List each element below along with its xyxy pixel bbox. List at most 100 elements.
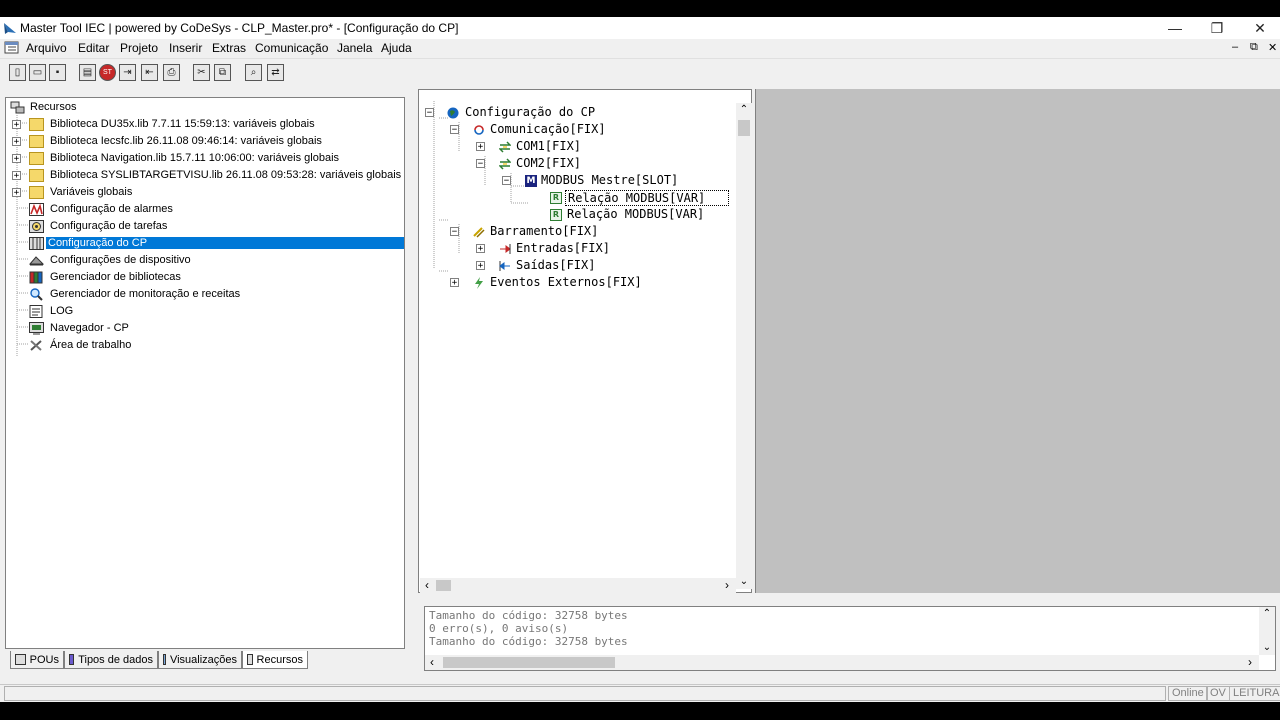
config-node-label: COM2[FIX] — [516, 156, 582, 170]
tab-visualizacoes[interactable]: Visualizações — [158, 651, 242, 669]
expand-icon[interactable]: + — [12, 137, 21, 147]
menu-bar: Arquivo Editar Projeto Inserir Extras Co… — [0, 39, 1280, 58]
menu-ajuda[interactable]: Ajuda — [381, 41, 412, 55]
scroll-up-icon[interactable]: ⌃ — [1259, 607, 1275, 621]
tree-item-label: Área de trabalho — [50, 339, 132, 351]
child-close-button[interactable]: ✕ — [1268, 41, 1277, 54]
tools-icon — [30, 340, 42, 351]
message-vertical-scrollbar[interactable]: ⌃ ⌄ — [1259, 607, 1275, 655]
tree-item-tarefas[interactable]: Configuração de tarefas — [6, 219, 404, 236]
folder-icon — [29, 135, 44, 148]
serial-port-icon — [499, 141, 511, 153]
tree-item-navegador[interactable]: Navegador - CP — [6, 321, 404, 338]
cut-icon[interactable]: ✂ — [193, 64, 210, 81]
vertical-scroll-thumb[interactable] — [738, 120, 750, 136]
tree-item-configuracao-cp[interactable]: Configuração do CP — [6, 236, 404, 253]
new-icon[interactable]: ▯ — [9, 64, 26, 81]
tree-item-label: LOG — [50, 305, 74, 317]
menu-editar[interactable]: Editar — [78, 41, 109, 55]
child-minimize-button[interactable]: – — [1232, 41, 1238, 53]
open-icon[interactable]: ▭ — [29, 64, 46, 81]
child-restore-button[interactable]: ⧉ — [1250, 41, 1258, 54]
tree-item-label: Variáveis globais — [50, 186, 133, 198]
replace-icon[interactable]: ⇄ — [267, 64, 284, 81]
tree-item-alarmes[interactable]: Configuração de alarmes — [6, 202, 404, 219]
expand-icon[interactable]: + — [12, 171, 21, 181]
save-icon[interactable]: ▪ — [49, 64, 66, 81]
expand-icon[interactable]: + — [476, 142, 485, 152]
horizontal-scroll-thumb[interactable] — [436, 580, 451, 591]
tab-tipos-de-dados[interactable]: Tipos de dados — [64, 651, 158, 669]
stop-icon[interactable]: ST — [99, 64, 116, 81]
tree-item-monitoracao[interactable]: Gerenciador de monitoração e receitas — [6, 287, 404, 304]
config-node-label: Configuração do CP — [465, 105, 596, 119]
collapse-icon[interactable]: − — [425, 108, 434, 118]
restore-button[interactable]: ❐ — [1197, 17, 1237, 39]
close-button[interactable]: ✕ — [1240, 17, 1280, 39]
menu-inserir[interactable]: Inserir — [169, 41, 202, 55]
plc-configuration-panel: − Configuração do CP − Comunicação[FIX] … — [418, 89, 752, 593]
expand-icon[interactable]: + — [476, 261, 485, 271]
menu-extras[interactable]: Extras — [212, 41, 246, 55]
minimize-button[interactable]: — — [1155, 17, 1195, 39]
expand-icon[interactable]: + — [12, 154, 21, 164]
tab-pous[interactable]: POUs — [10, 651, 64, 669]
tree-item-dispositivo[interactable]: Configurações de dispositivo — [6, 253, 404, 270]
tree-root-label: Recursos — [30, 101, 77, 113]
login-icon[interactable]: ⇥ — [119, 64, 136, 81]
tree-root-recursos[interactable]: Recursos — [6, 100, 404, 117]
tree-item-label: Navegador - CP — [50, 322, 129, 334]
scroll-down-icon[interactable]: ⌄ — [736, 575, 752, 589]
horizontal-scroll-thumb[interactable] — [443, 657, 615, 668]
tree-item-area-trabalho[interactable]: Área de trabalho — [6, 338, 404, 355]
status-message-field — [4, 686, 1166, 701]
device-icon — [29, 256, 44, 266]
tree-item-log[interactable]: LOG — [6, 304, 404, 321]
scroll-right-icon[interactable]: › — [1243, 655, 1257, 670]
tree-item-variaveis-globais[interactable]: + Variáveis globais — [6, 185, 404, 202]
expand-icon[interactable]: + — [450, 278, 459, 288]
copy-icon[interactable]: ⧉ — [214, 64, 231, 81]
tree-item-lib-syslibtargetvisu[interactable]: + Biblioteca SYSLIBTARGETVISU.lib 26.11.… — [6, 168, 404, 185]
scroll-left-icon[interactable]: ‹ — [425, 655, 439, 670]
collapse-icon[interactable]: − — [450, 125, 459, 135]
scroll-up-icon[interactable]: ⌃ — [736, 103, 752, 117]
title-bar[interactable]: Master Tool IEC | powered by CoDeSys - C… — [0, 17, 1280, 39]
modbus-relation-icon: R — [550, 192, 562, 204]
menu-arquivo[interactable]: Arquivo — [26, 41, 67, 55]
scroll-right-icon[interactable]: › — [720, 578, 734, 593]
tree-item-lib-iecsfc[interactable]: + Biblioteca Iecsfc.lib 26.11.08 09:46:1… — [6, 134, 404, 151]
status-read-mode: LEITURA — [1229, 686, 1280, 701]
collapse-icon[interactable]: − — [502, 176, 511, 186]
logout-icon[interactable]: ⇤ — [141, 64, 158, 81]
config-node-label: MODBUS Mestre[SLOT] — [541, 173, 679, 187]
expand-icon[interactable]: + — [12, 120, 21, 130]
menu-projeto[interactable]: Projeto — [120, 41, 158, 55]
document-window-icon[interactable] — [4, 40, 20, 55]
data-types-icon — [69, 654, 75, 665]
expand-icon[interactable]: + — [12, 188, 21, 198]
scroll-down-icon[interactable]: ⌄ — [1259, 641, 1275, 655]
find-icon[interactable]: ⌕ — [245, 64, 262, 81]
menu-janela[interactable]: Janela — [337, 41, 372, 55]
log-icon — [29, 305, 43, 318]
serial-port-icon — [499, 158, 511, 170]
collapse-icon[interactable]: − — [476, 159, 485, 169]
config-horizontal-scrollbar[interactable]: ‹ › — [420, 578, 736, 593]
build-icon[interactable]: ▤ — [79, 64, 96, 81]
config-vertical-scrollbar[interactable]: ⌃ ⌄ — [736, 103, 752, 589]
tree-item-lib-navigation[interactable]: + Biblioteca Navigation.lib 15.7.11 10:0… — [6, 151, 404, 168]
library-icon — [29, 271, 43, 284]
status-bar: Online OV LEITURA — [0, 684, 1280, 702]
collapse-icon[interactable]: − — [450, 227, 459, 237]
tree-item-lib-du35x[interactable]: + Biblioteca DU35x.lib 7.7.11 15:59:13: … — [6, 117, 404, 134]
print-icon[interactable]: ⎙ — [163, 64, 180, 81]
tree-item-bibliotecas[interactable]: Gerenciador de bibliotecas — [6, 270, 404, 287]
config-node-label: Entradas[FIX] — [516, 241, 610, 255]
tab-recursos[interactable]: Recursos — [242, 651, 308, 669]
scroll-left-icon[interactable]: ‹ — [420, 578, 434, 593]
expand-icon[interactable]: + — [476, 244, 485, 254]
folder-icon — [29, 118, 44, 131]
message-horizontal-scrollbar[interactable]: ‹ › — [425, 655, 1259, 670]
menu-comunicacao[interactable]: Comunicação — [255, 41, 328, 55]
